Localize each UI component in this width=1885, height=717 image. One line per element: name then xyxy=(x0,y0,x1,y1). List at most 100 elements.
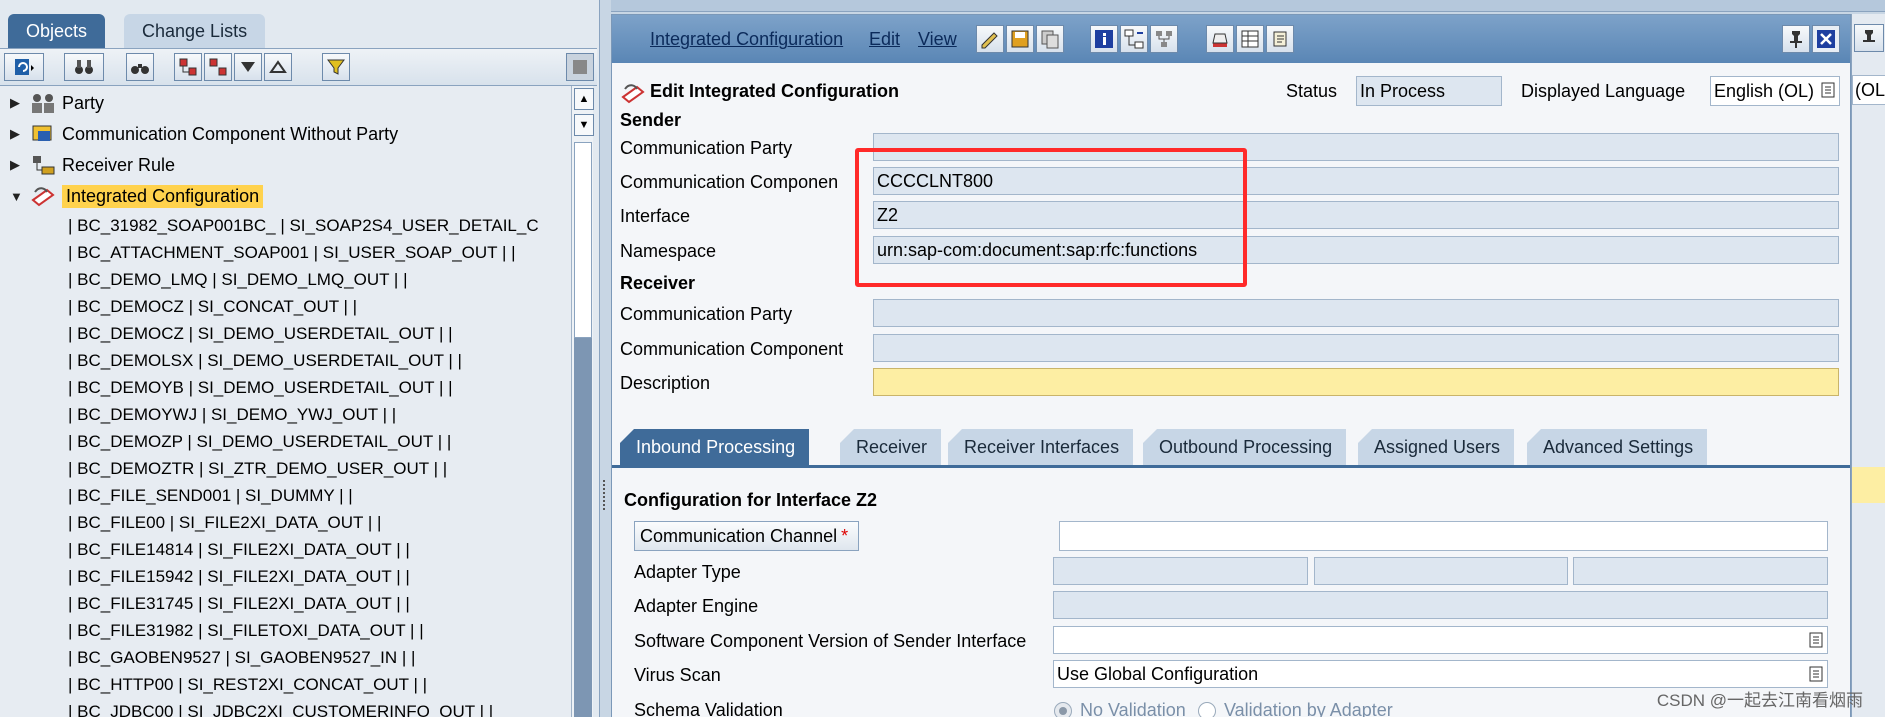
integrated-configuration-icon xyxy=(621,84,645,104)
tab-receiver-interfaces[interactable]: Receiver Interfaces xyxy=(948,429,1134,465)
tree-scrollbar[interactable]: ▲ ▼ xyxy=(571,86,594,717)
test-button[interactable] xyxy=(1206,25,1234,53)
displayed-language-select-secondary[interactable]: (OL) xyxy=(1852,75,1885,105)
expand-all-button[interactable] xyxy=(174,53,202,81)
tree-leaf-item[interactable]: | BC_JDBC00 | SI_JDBC2XI_CUSTOMERINFO_OU… xyxy=(68,698,493,717)
communication-channel-button[interactable]: Communication Channel * xyxy=(634,521,859,551)
table-icon xyxy=(1241,30,1259,48)
expand-arrow-icon[interactable]: ▶ xyxy=(10,126,24,142)
dropdown-icon[interactable] xyxy=(1821,82,1835,98)
filter-button[interactable] xyxy=(322,53,350,81)
tab-inbound-processing[interactable]: Inbound Processing xyxy=(620,429,810,465)
tree-leaf-item[interactable]: | BC_DEMO_LMQ | SI_DEMO_LMQ_OUT | | xyxy=(68,266,408,293)
close-editor-button[interactable] xyxy=(1812,25,1840,53)
menu-integrated-configuration[interactable]: Integrated Configuration xyxy=(650,29,843,50)
adapter-version-field xyxy=(1573,557,1828,585)
pin-button-secondary[interactable] xyxy=(1854,24,1884,52)
save-button[interactable] xyxy=(1006,25,1034,53)
tree-leaf-item[interactable]: | BC_DEMOYB | SI_DEMO_USERDETAIL_OUT | | xyxy=(68,374,453,401)
find-button[interactable] xyxy=(126,53,154,81)
object-tree: ▶ Party ▶ Communication Component Withou… xyxy=(0,86,571,717)
no-validation-label: No Validation xyxy=(1080,700,1186,717)
tree-node-label: Integrated Configuration xyxy=(62,184,264,208)
tree-leaf-item[interactable]: | BC_DEMOYWJ | SI_DEMO_YWJ_OUT | | xyxy=(68,401,396,428)
virus-scan-select[interactable]: Use Global Configuration xyxy=(1053,660,1828,688)
tree-leaf-item[interactable]: | BC_DEMOLSX | SI_DEMO_USERDETAIL_OUT | … xyxy=(68,347,462,374)
tree-leaf-item[interactable]: | BC_HTTP00 | SI_REST2XI_CONCAT_OUT | | xyxy=(68,671,427,698)
receiver-party-field[interactable] xyxy=(873,299,1839,327)
interface-config-heading: Configuration for Interface Z2 xyxy=(624,490,878,510)
menu-view[interactable]: View xyxy=(918,29,957,50)
tree-leaf-item[interactable]: | BC_FILE31982 | SI_FILETOXI_DATA_OUT | … xyxy=(68,617,424,644)
sender-namespace-label: Namespace xyxy=(620,241,717,261)
displayed-language-value: English (OL) xyxy=(1714,80,1815,101)
tree-leaf-item[interactable]: | BC_31982_SOAP001BC_ | SI_SOAP2S4_USER_… xyxy=(68,212,539,239)
menu-edit[interactable]: Edit xyxy=(869,29,900,50)
tree-leaf-item[interactable]: | BC_FILE14814 | SI_FILE2XI_DATA_OUT | | xyxy=(68,536,410,563)
description-field[interactable] xyxy=(873,368,1839,396)
where-used-button[interactable] xyxy=(1120,25,1148,53)
panel-splitter[interactable] xyxy=(599,0,611,717)
highlight-strip xyxy=(1852,467,1885,503)
tree-node-label: Party xyxy=(62,92,105,113)
tab-assigned-users[interactable]: Assigned Users xyxy=(1358,429,1515,465)
validation-by-adapter-label: Validation by Adapter xyxy=(1224,700,1393,717)
refresh-button[interactable] xyxy=(4,53,44,81)
expand-arrow-icon[interactable]: ▶ xyxy=(10,95,24,111)
dropdown-icon[interactable] xyxy=(1809,666,1823,682)
tree-node-party[interactable]: ▶ Party xyxy=(0,88,104,118)
tab-objects[interactable]: Objects xyxy=(8,14,106,48)
receiver-component-label: Communication Component xyxy=(620,339,844,359)
scroll-track[interactable] xyxy=(574,338,592,717)
tree-leaf-item[interactable]: | BC_DEMOZP | SI_DEMO_USERDETAIL_OUT | | xyxy=(68,428,451,455)
tree-leaf-item[interactable]: | BC_FILE31745 | SI_FILE2XI_DATA_OUT | | xyxy=(68,590,410,617)
collapse-all-button[interactable] xyxy=(204,53,232,81)
swcv-select[interactable] xyxy=(1053,626,1828,654)
history-button[interactable] xyxy=(1266,25,1294,53)
edit-button[interactable] xyxy=(976,25,1004,53)
tab-receiver[interactable]: Receiver xyxy=(840,429,942,465)
scroll-thumb[interactable] xyxy=(574,142,592,338)
status-label: Status xyxy=(1286,81,1338,101)
copy-button[interactable] xyxy=(1036,25,1064,53)
communication-channel-field[interactable] xyxy=(1059,521,1828,551)
scroll-down-button[interactable]: ▼ xyxy=(574,114,594,136)
adapter-namespace-field xyxy=(1314,557,1568,585)
tree-node-communication-component[interactable]: ▶ Communication Component Without Party xyxy=(0,119,398,149)
tree-leaf-item[interactable]: | BC_ATTACHMENT_SOAP001 | SI_USER_SOAP_O… xyxy=(68,239,516,266)
displayed-language-select[interactable]: English (OL) xyxy=(1710,76,1840,106)
tab-outbound-processing[interactable]: Outbound Processing xyxy=(1143,429,1347,465)
receiver-component-field[interactable] xyxy=(873,334,1839,362)
tab-change-lists[interactable]: Change Lists xyxy=(124,14,266,48)
adapter-engine-field xyxy=(1053,591,1828,619)
tree-leaf-item[interactable]: | BC_DEMOZTR | SI_ZTR_DEMO_USER_OUT | | xyxy=(68,455,447,482)
tab-advanced-settings[interactable]: Advanced Settings xyxy=(1527,429,1708,465)
tree-node-receiver-rule[interactable]: ▶ Receiver Rule xyxy=(0,150,175,180)
display-table-button[interactable] xyxy=(1236,25,1264,53)
filter-objects-button[interactable] xyxy=(64,53,104,81)
tree-leaf-item[interactable]: | BC_DEMOCZ | SI_CONCAT_OUT | | xyxy=(68,293,357,320)
move-up-button[interactable] xyxy=(264,53,292,81)
navigation-toolbar xyxy=(0,48,597,86)
collapse-arrow-icon[interactable]: ▼ xyxy=(10,189,24,204)
expand-arrow-icon[interactable]: ▶ xyxy=(10,157,24,173)
tree-leaf-item[interactable]: | BC_GAOBEN9527 | SI_GAOBEN9527_IN | | xyxy=(68,644,415,671)
panel-menu-button[interactable] xyxy=(566,53,594,81)
tree-leaf-item[interactable]: | BC_FILE_SEND001 | SI_DUMMY | | xyxy=(68,482,353,509)
required-mark: * xyxy=(841,525,849,546)
tree-leaf-item[interactable]: | BC_FILE00 | SI_FILE2XI_DATA_OUT | | xyxy=(68,509,381,536)
radio-no-validation[interactable] xyxy=(1054,702,1072,717)
flask-icon xyxy=(1212,33,1228,47)
dropdown-icon[interactable] xyxy=(1809,632,1823,648)
move-down-button[interactable] xyxy=(234,53,262,81)
structure-button[interactable] xyxy=(1150,25,1178,53)
tree-node-integrated-configuration[interactable]: ▼ Integrated Configuration xyxy=(0,181,264,211)
schema-validation-label: Schema Validation xyxy=(634,700,783,717)
scroll-up-button[interactable]: ▲ xyxy=(574,88,594,110)
pin-button[interactable] xyxy=(1782,25,1810,53)
tree-leaf-item[interactable]: | BC_FILE15942 | SI_FILE2XI_DATA_OUT | | xyxy=(68,563,410,590)
radio-validation-by-adapter[interactable] xyxy=(1198,702,1216,717)
tree-leaf-item[interactable]: | BC_DEMOCZ | SI_DEMO_USERDETAIL_OUT | | xyxy=(68,320,453,347)
info-button[interactable] xyxy=(1090,25,1118,53)
tree-node-label: Communication Component Without Party xyxy=(62,123,399,144)
